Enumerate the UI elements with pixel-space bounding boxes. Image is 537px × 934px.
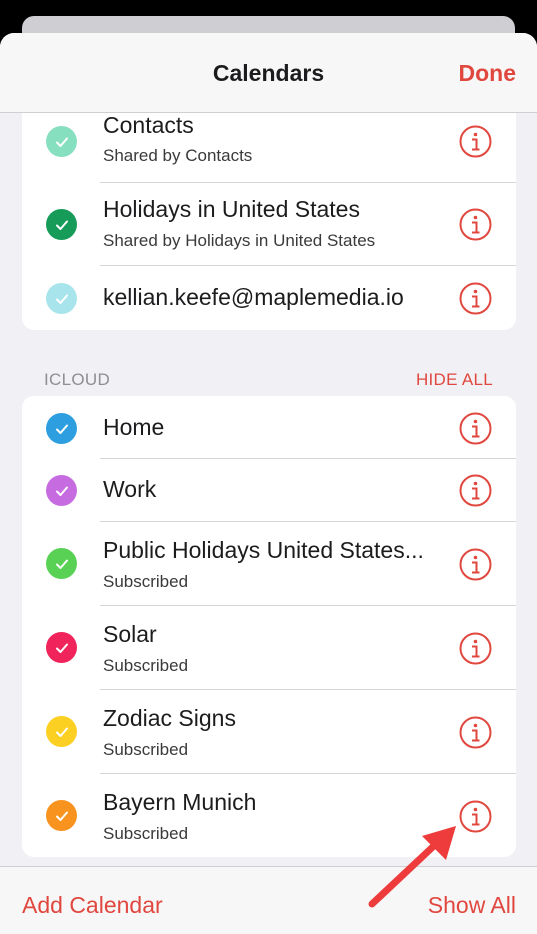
calendar-check-icon[interactable] bbox=[46, 548, 77, 579]
calendar-title: Home bbox=[103, 414, 165, 440]
calendar-row-public-holidays[interactable]: Public Holidays United States... Subscri… bbox=[22, 522, 516, 606]
info-icon[interactable] bbox=[459, 125, 492, 158]
hide-all-button[interactable]: HIDE ALL bbox=[416, 370, 493, 390]
calendar-title: Holidays in United States bbox=[103, 196, 360, 222]
info-icon[interactable] bbox=[459, 800, 492, 833]
page-title: Calendars bbox=[212, 60, 325, 86]
calendar-row-account[interactable]: kellian.keefe@maplemedia.io bbox=[22, 266, 516, 330]
section-header-icloud: ICLOUD bbox=[44, 370, 111, 389]
calendar-check-icon[interactable] bbox=[46, 413, 77, 444]
calendar-check-icon[interactable] bbox=[46, 800, 77, 831]
calendar-check-icon[interactable] bbox=[46, 475, 77, 506]
calendar-title: Zodiac Signs bbox=[103, 705, 236, 731]
info-icon[interactable] bbox=[459, 474, 492, 507]
calendars-sheet: Calendars Done Contacts Shared by Contac… bbox=[0, 33, 537, 934]
calendar-row-work[interactable]: Work bbox=[22, 459, 516, 522]
calendar-row-zodiac[interactable]: Zodiac Signs Subscribed bbox=[22, 690, 516, 774]
calendar-title: Work bbox=[103, 476, 157, 502]
calendar-title: Bayern Munich bbox=[103, 789, 257, 815]
info-icon[interactable] bbox=[459, 412, 492, 445]
calendar-check-icon[interactable] bbox=[46, 632, 77, 663]
calendar-check-icon[interactable] bbox=[46, 283, 77, 314]
annotation-arrow-icon bbox=[368, 826, 456, 908]
calendar-title: Public Holidays United States... bbox=[103, 537, 424, 563]
calendar-check-icon[interactable] bbox=[46, 209, 77, 240]
calendar-row-holidays-us[interactable]: Holidays in United States Shared by Holi… bbox=[22, 183, 516, 266]
navigation-bar: Calendars Done bbox=[0, 33, 537, 113]
done-button[interactable]: Done bbox=[459, 60, 517, 87]
info-icon[interactable] bbox=[459, 716, 492, 749]
calendar-subtitle: Subscribed bbox=[103, 656, 189, 675]
calendar-row-home[interactable]: Home bbox=[22, 396, 516, 459]
calendar-subtitle: Subscribed bbox=[103, 824, 189, 843]
icloud-calendars-group: Home Work Public Holidays United States.… bbox=[22, 396, 516, 857]
info-icon[interactable] bbox=[459, 282, 492, 315]
info-icon[interactable] bbox=[459, 208, 492, 241]
calendar-check-icon[interactable] bbox=[46, 716, 77, 747]
calendar-row-contacts[interactable]: Contacts Shared by Contacts bbox=[22, 112, 516, 183]
calendar-row-solar[interactable]: Solar Subscribed bbox=[22, 606, 516, 690]
info-icon[interactable] bbox=[459, 632, 492, 665]
add-calendar-button[interactable]: Add Calendar bbox=[22, 892, 163, 919]
calendar-title: Contacts bbox=[103, 112, 194, 138]
calendar-title: Solar bbox=[103, 621, 157, 647]
calendar-subtitle: Subscribed bbox=[103, 572, 189, 591]
info-icon[interactable] bbox=[459, 548, 492, 581]
calendar-subtitle: Shared by Contacts bbox=[103, 146, 253, 165]
calendar-subtitle: Subscribed bbox=[103, 740, 189, 759]
calendar-check-icon[interactable] bbox=[46, 126, 77, 157]
calendar-title: kellian.keefe@maplemedia.io bbox=[103, 284, 404, 310]
calendar-subtitle: Shared by Holidays in United States bbox=[103, 231, 376, 250]
